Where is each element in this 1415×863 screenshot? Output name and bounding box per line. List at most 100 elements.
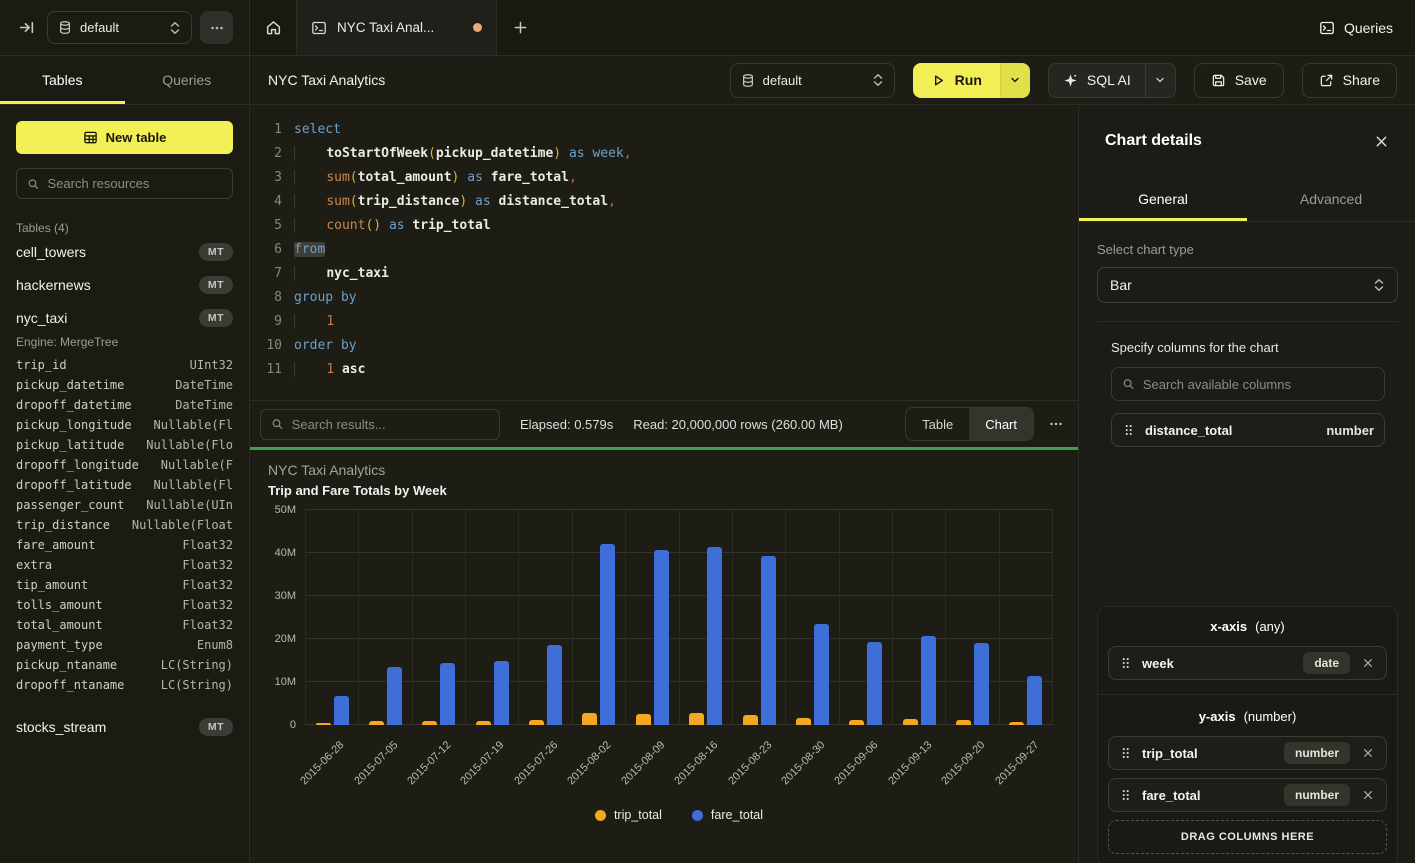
query-database-name: default xyxy=(763,73,864,88)
bar-trip_total xyxy=(636,714,651,725)
chart-subtitle: Trip and Fare Totals by Week xyxy=(268,483,447,498)
sidebar-search xyxy=(16,168,233,199)
x-axis-tick-label: 2015-07-26 xyxy=(512,739,560,787)
column-row-trip_distance[interactable]: trip_distance Nullable(Float xyxy=(16,518,233,538)
chart-type-select[interactable]: Bar xyxy=(1097,267,1398,303)
remove-column-button[interactable] xyxy=(1360,745,1376,761)
search-resources-input[interactable] xyxy=(48,176,222,191)
table-row-hackernews[interactable]: hackernewsMT xyxy=(16,268,233,301)
column-row-tolls_amount[interactable]: tolls_amountFloat32 xyxy=(16,598,233,618)
legend-item-trip_total[interactable]: trip_total xyxy=(595,808,662,822)
chart-details-body: Select chart type Bar Specify columns fo… xyxy=(1079,222,1415,447)
new-tab-button[interactable] xyxy=(497,0,543,55)
save-button[interactable]: Save xyxy=(1194,63,1284,98)
query-tab[interactable]: NYC Taxi Anal... xyxy=(297,0,497,55)
bar-fare_total xyxy=(600,544,615,725)
column-row-dropoff_ntaname[interactable]: dropoff_ntanameLC(String) xyxy=(16,678,233,698)
bar-trip_total xyxy=(796,718,811,725)
bar-group-2015-08-02 xyxy=(572,510,625,725)
y-axis-tick-label: 40M xyxy=(275,547,296,559)
column-chip-fare_total[interactable]: fare_totalnumber xyxy=(1108,778,1387,812)
view-toggle-chart[interactable]: Chart xyxy=(969,408,1033,440)
drag-columns-dropzone[interactable]: DRAG COLUMNS HERE xyxy=(1108,820,1387,854)
column-name: tip_amount xyxy=(16,578,88,598)
column-row-total_amount[interactable]: total_amountFloat32 xyxy=(16,618,233,638)
code-line: 9 1 xyxy=(250,309,1078,333)
column-row-pickup_longitude[interactable]: pickup_longitudeNullable(Fl xyxy=(16,418,233,438)
column-row-dropoff_longitude[interactable]: dropoff_longitudeNullable(F xyxy=(16,458,233,478)
column-row-fare_amount[interactable]: fare_amountFloat32 xyxy=(16,538,233,558)
column-type: Nullable(Float xyxy=(132,518,233,538)
code-content: sum(total_amount) as fare_total, xyxy=(294,170,577,185)
home-button[interactable] xyxy=(250,0,297,55)
column-type: LC(String) xyxy=(161,678,233,698)
results-more-button[interactable] xyxy=(1048,416,1064,432)
code-line: 11 1 asc xyxy=(250,357,1078,381)
column-row-pickup_datetime[interactable]: pickup_datetimeDateTime xyxy=(16,378,233,398)
remove-icon xyxy=(1362,789,1374,801)
table-row-nyc_taxi[interactable]: nyc_taxiMT xyxy=(16,301,233,334)
column-row-passenger_count[interactable]: passenger_countNullable(UIn xyxy=(16,498,233,518)
new-table-button[interactable]: New table xyxy=(16,121,233,154)
table-row-cell_towers[interactable]: cell_towersMT xyxy=(16,235,233,268)
column-row-dropoff_datetime[interactable]: dropoff_datetimeDateTime xyxy=(16,398,233,418)
y-axis-items: trip_totalnumber fare_totalnumber xyxy=(1108,736,1387,812)
column-row-tip_amount[interactable]: tip_amountFloat32 xyxy=(16,578,233,598)
sidebar-tab-tables[interactable]: Tables xyxy=(0,56,125,104)
run-options-button[interactable] xyxy=(1000,63,1030,98)
column-name: trip_distance xyxy=(16,518,110,538)
x-axis-tick-label: 2015-08-23 xyxy=(726,739,774,787)
bar-trip_total xyxy=(849,720,864,725)
sidebar-more-button[interactable] xyxy=(200,11,233,44)
legend-swatch xyxy=(692,810,703,821)
query-tab-title: NYC Taxi Anal... xyxy=(337,20,463,35)
axis-assignment-card: x-axis(any) weekdate y-axis(number) trip… xyxy=(1097,606,1398,863)
code-line: 1select xyxy=(250,117,1078,141)
database-icon xyxy=(741,73,755,88)
drag-handle-icon xyxy=(1119,788,1132,802)
column-row-dropoff_latitude[interactable]: dropoff_latitudeNullable(Fl xyxy=(16,478,233,498)
column-chip-week[interactable]: weekdate xyxy=(1108,646,1387,680)
query-header: NYC Taxi Analytics default Run SQL AI xyxy=(250,56,1415,105)
sidebar-database-selector[interactable]: default xyxy=(47,11,192,44)
column-row-extra[interactable]: extraFloat32 xyxy=(16,558,233,578)
sql-ai-button[interactable]: SQL AI xyxy=(1049,72,1145,88)
legend-label: fare_total xyxy=(711,808,763,822)
search-results-input[interactable] xyxy=(292,417,489,432)
select-updown-icon xyxy=(1373,278,1385,292)
drag-handle-icon xyxy=(1122,423,1135,437)
sql-editor[interactable]: 1select2 toStartOfWeek(pickup_datetime) … xyxy=(250,106,1078,400)
remove-column-button[interactable] xyxy=(1360,655,1376,671)
column-row-pickup_latitude[interactable]: pickup_latitudeNullable(Flo xyxy=(16,438,233,458)
column-type: UInt32 xyxy=(190,358,233,378)
queries-button[interactable]: Queries xyxy=(1297,0,1415,55)
bar-trip_total xyxy=(529,720,544,725)
share-button[interactable]: Share xyxy=(1302,63,1397,98)
search-columns-input[interactable] xyxy=(1143,377,1374,392)
share-label: Share xyxy=(1343,72,1380,88)
sql-ai-options-button[interactable] xyxy=(1145,64,1175,97)
database-icon xyxy=(58,20,72,35)
collapse-sidebar-button[interactable] xyxy=(14,15,39,40)
main-area: NYC Taxi Anal... Queries NYC Taxi Analyt… xyxy=(250,0,1415,863)
sidebar-tab-queries[interactable]: Queries xyxy=(125,56,250,104)
run-button[interactable]: Run xyxy=(913,63,1000,98)
line-number: 7 xyxy=(258,266,282,281)
code-content: nyc_taxi xyxy=(294,266,389,281)
x-axis-tick-label: 2015-07-19 xyxy=(459,739,507,787)
column-row-payment_type[interactable]: payment_typeEnum8 xyxy=(16,638,233,658)
remove-column-button[interactable] xyxy=(1360,787,1376,803)
bar-trip_total xyxy=(903,719,918,725)
tab-general[interactable]: General xyxy=(1079,176,1247,221)
view-toggle-table[interactable]: Table xyxy=(906,408,969,440)
query-database-selector[interactable]: default xyxy=(730,63,895,98)
table-row-stocks_stream[interactable]: stocks_streamMT xyxy=(16,710,233,743)
column-chip-trip_total[interactable]: trip_totalnumber xyxy=(1108,736,1387,770)
legend-item-fare_total[interactable]: fare_total xyxy=(692,808,763,822)
column-chip-distance_total[interactable]: distance_totalnumber xyxy=(1111,413,1385,447)
chip-column-type: number xyxy=(1284,742,1350,764)
tab-advanced[interactable]: Advanced xyxy=(1247,176,1415,221)
column-row-trip_id[interactable]: trip_idUInt32 xyxy=(16,358,233,378)
close-panel-button[interactable] xyxy=(1370,130,1393,153)
column-row-pickup_ntaname[interactable]: pickup_ntanameLC(String) xyxy=(16,658,233,678)
